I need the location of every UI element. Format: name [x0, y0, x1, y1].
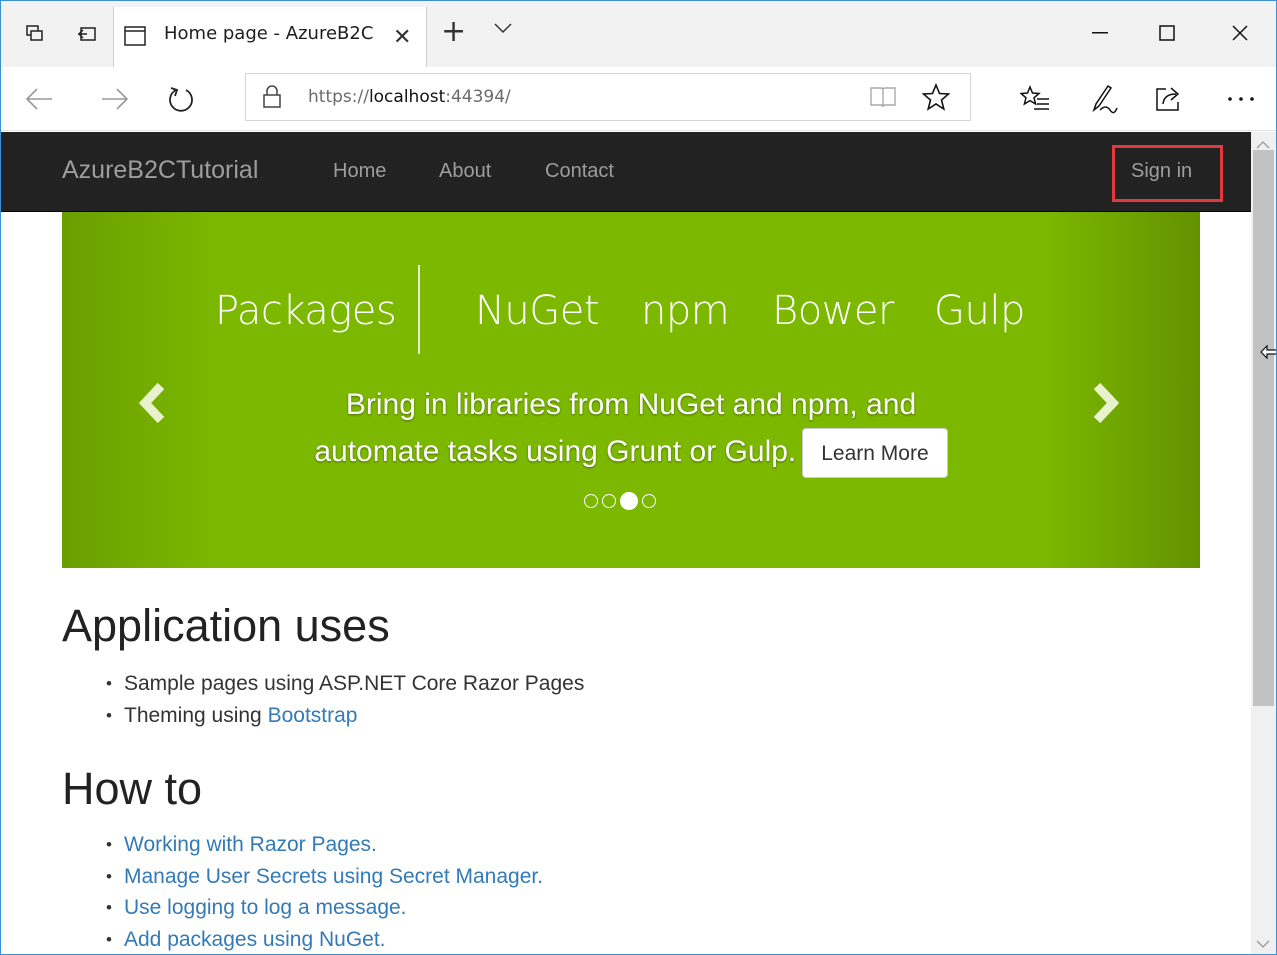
tab-title: Home page - AzureB2C: [164, 23, 374, 44]
refresh-icon[interactable]: [161, 79, 201, 119]
tab-preview-icon[interactable]: [21, 19, 49, 49]
learn-more-button[interactable]: Learn More: [802, 428, 948, 478]
carousel-caption-line2: automate tasks using Grunt or Gulp.: [314, 434, 797, 468]
section-heading-how-to: How to: [62, 763, 203, 814]
application-uses-list: Sample pages using ASP.NET Core Razor Pa…: [106, 668, 584, 731]
list-item: Working with Razor Pages.: [106, 829, 543, 861]
carousel-title-gulp: Gulp: [934, 288, 1025, 334]
carousel-indicator-4[interactable]: [642, 494, 656, 508]
carousel-title-packages: Packages: [215, 288, 397, 334]
forward-icon[interactable]: [95, 79, 135, 119]
active-tab[interactable]: Home page - AzureB2C ✕: [113, 7, 427, 67]
secret-manager-link[interactable]: Manage User Secrets using Secret Manager…: [124, 865, 543, 888]
close-icon[interactable]: ✕: [393, 24, 411, 50]
carousel-caption: Bring in libraries from NuGet and npm, a…: [62, 382, 1200, 478]
carousel-divider: [418, 265, 420, 354]
address-bar[interactable]: https://localhost:44394/: [245, 73, 971, 121]
favorites-hub-icon[interactable]: [1017, 81, 1053, 117]
list-item: Sample pages using ASP.NET Core Razor Pa…: [106, 668, 584, 700]
sign-in-link[interactable]: Sign in: [1131, 160, 1192, 183]
list-item: Manage User Secrets using Secret Manager…: [106, 861, 543, 893]
scroll-down-icon[interactable]: [1256, 936, 1270, 954]
nav-link-about[interactable]: About: [439, 160, 491, 183]
razor-pages-link[interactable]: Working with Razor Pages.: [124, 833, 377, 856]
web-note-icon[interactable]: [1085, 81, 1121, 117]
carousel-title-bower: Bower: [772, 288, 894, 334]
nav-link-contact[interactable]: Contact: [545, 160, 614, 183]
favorite-star-icon[interactable]: [921, 82, 951, 116]
bootstrap-link[interactable]: Bootstrap: [268, 704, 358, 727]
logging-link[interactable]: Use logging to log a message.: [124, 896, 407, 919]
page-icon: [124, 26, 146, 51]
back-icon[interactable]: [19, 79, 59, 119]
resize-cursor-icon: [1260, 344, 1276, 365]
address-bar-row: https://localhost:44394/: [1, 67, 1276, 131]
carousel-caption-line1: Bring in libraries from NuGet and npm, a…: [345, 388, 917, 421]
nav-link-home[interactable]: Home: [333, 160, 386, 183]
carousel-title-npm: npm: [641, 288, 730, 334]
set-aside-tabs-icon[interactable]: [73, 19, 101, 49]
carousel-indicator-3[interactable]: [620, 492, 638, 510]
carousel-indicators: [584, 492, 656, 510]
minimize-icon[interactable]: [1077, 13, 1123, 53]
lock-icon[interactable]: [262, 85, 282, 114]
url-host: localhost: [368, 87, 446, 107]
site-navbar: AzureB2CTutorial Home About Contact Sign…: [1, 132, 1251, 212]
carousel-indicator-2[interactable]: [602, 494, 616, 508]
reading-view-icon[interactable]: [870, 86, 896, 113]
maximize-icon[interactable]: [1144, 13, 1190, 53]
nuget-packages-link[interactable]: Add packages using NuGet.: [124, 928, 386, 951]
how-to-list: Working with Razor Pages. Manage User Se…: [106, 829, 543, 955]
new-tab-icon[interactable]: +: [441, 17, 466, 47]
carousel-indicator-1[interactable]: [584, 494, 598, 508]
list-item: Theming using Bootstrap: [106, 700, 584, 732]
page-viewport: AzureB2CTutorial Home About Contact Sign…: [1, 132, 1251, 955]
share-icon[interactable]: [1151, 81, 1187, 117]
scrollbar-thumb[interactable]: [1253, 150, 1274, 706]
browser-window: Home page - AzureB2C ✕ + https://localho…: [0, 0, 1277, 955]
more-icon[interactable]: [1223, 81, 1259, 117]
vertical-scrollbar[interactable]: [1251, 132, 1276, 954]
carousel-title-nuget: NuGet: [475, 288, 600, 334]
tab-bar: Home page - AzureB2C ✕ +: [1, 1, 1276, 67]
carousel: Packages NuGet npm Bower Gulp Bring in l…: [62, 212, 1200, 568]
url-text[interactable]: https://localhost:44394/: [308, 87, 511, 107]
site-brand-link[interactable]: AzureB2CTutorial: [62, 156, 258, 185]
section-heading-application-uses: Application uses: [62, 600, 390, 651]
list-item: Add packages using NuGet.: [106, 924, 543, 955]
list-item: Use logging to log a message.: [106, 892, 543, 924]
tab-list-chevron-icon[interactable]: [494, 21, 512, 39]
window-close-icon[interactable]: [1217, 13, 1263, 53]
